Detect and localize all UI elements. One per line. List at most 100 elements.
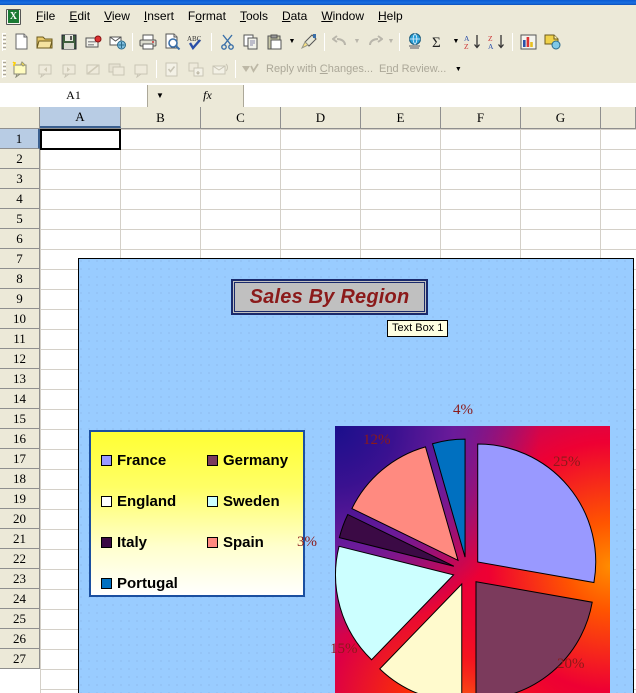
row-header-1[interactable]: 1	[0, 129, 40, 149]
menu-item-edit[interactable]: Edit	[62, 6, 97, 27]
row-header-24[interactable]: 24	[0, 589, 40, 609]
pie-label-germany[interactable]: 20%	[557, 656, 585, 673]
reply-with-changes-icon[interactable]	[239, 58, 263, 81]
menu-item-insert[interactable]: Insert	[137, 6, 181, 27]
column-header-c[interactable]: C	[201, 107, 281, 128]
chart-legend[interactable]: France Germany England Sweden Italy Spain Port…	[89, 430, 305, 597]
new-icon[interactable]	[9, 30, 33, 53]
redo-dropdown-arrow[interactable]: ▼	[386, 30, 396, 53]
undo-icon[interactable]	[328, 30, 352, 53]
cut-icon[interactable]	[215, 30, 239, 53]
row-header-22[interactable]: 22	[0, 549, 40, 569]
row-header-7[interactable]: 7	[0, 249, 40, 269]
menu-item-tools[interactable]: Tools	[233, 6, 275, 27]
paste-icon[interactable]	[263, 30, 287, 53]
autosum-dropdown-arrow[interactable]: ▼	[451, 30, 461, 53]
pie-label-italy[interactable]: 3%	[297, 534, 317, 551]
legend-item-portugal[interactable]: Portugal	[101, 563, 207, 604]
row-header-21[interactable]: 21	[0, 529, 40, 549]
open-icon[interactable]	[33, 30, 57, 53]
row-header-12[interactable]: 12	[0, 349, 40, 369]
row-header-16[interactable]: 16	[0, 429, 40, 449]
end-review-button[interactable]: End Review...	[376, 63, 449, 75]
email-icon[interactable]	[105, 30, 129, 53]
pie-label-france[interactable]: 25%	[553, 454, 581, 471]
show-all-comments-icon[interactable]	[105, 58, 129, 81]
chart-title-textbox[interactable]: Sales By Region	[231, 279, 428, 315]
toolbar-gripper[interactable]	[2, 32, 6, 51]
row-header-14[interactable]: 14	[0, 389, 40, 409]
name-box[interactable]: A1	[0, 84, 148, 107]
row-header-3[interactable]: 3	[0, 169, 40, 189]
pie-label-spain[interactable]: 12%	[363, 432, 391, 449]
column-header-a[interactable]: A	[40, 107, 121, 128]
track-changes-icon[interactable]	[160, 58, 184, 81]
insert-function-icon[interactable]: fx	[172, 84, 244, 107]
row-header-11[interactable]: 11	[0, 329, 40, 349]
row-header-17[interactable]: 17	[0, 449, 40, 469]
legend-item-france[interactable]: France	[101, 440, 207, 481]
update-file-icon[interactable]	[184, 58, 208, 81]
menu-item-file[interactable]: File	[29, 6, 62, 27]
row-header-19[interactable]: 19	[0, 489, 40, 509]
menu-item-window[interactable]: Window	[314, 6, 371, 27]
hide-comment-icon[interactable]	[129, 58, 153, 81]
column-header-h[interactable]	[601, 107, 636, 128]
menu-item-format[interactable]: Format	[181, 6, 233, 27]
name-box-dropdown-arrow[interactable]: ▼	[148, 84, 172, 107]
row-header-25[interactable]: 25	[0, 609, 40, 629]
row-header-23[interactable]: 23	[0, 569, 40, 589]
sort-ascending-icon[interactable]: AZ	[461, 30, 485, 53]
new-comment-icon[interactable]	[9, 58, 33, 81]
formula-input[interactable]	[244, 84, 636, 107]
spelling-icon[interactable]: ABC	[184, 30, 208, 53]
legend-item-italy[interactable]: Italy	[101, 522, 207, 563]
drawing-icon[interactable]	[540, 30, 564, 53]
menu-item-data[interactable]: Data	[275, 6, 314, 27]
row-header-6[interactable]: 6	[0, 229, 40, 249]
pie-label-portugal[interactable]: 4%	[453, 402, 473, 419]
row-header-15[interactable]: 15	[0, 409, 40, 429]
legend-item-germany[interactable]: Germany	[207, 440, 317, 481]
row-header-10[interactable]: 10	[0, 309, 40, 329]
row-header-8[interactable]: 8	[0, 269, 40, 289]
mail-recipient-icon[interactable]	[208, 58, 232, 81]
previous-comment-icon[interactable]	[33, 58, 57, 81]
print-preview-icon[interactable]	[160, 30, 184, 53]
paste-dropdown-arrow[interactable]: ▼	[287, 30, 297, 53]
reply-with-changes-button[interactable]: Reply with Changes...	[263, 63, 376, 75]
row-header-4[interactable]: 4	[0, 189, 40, 209]
reviewing-toolbar-overflow[interactable]: ▼	[453, 58, 463, 81]
autosum-icon[interactable]: Σ	[427, 30, 451, 53]
copy-icon[interactable]	[239, 30, 263, 53]
row-header-13[interactable]: 13	[0, 369, 40, 389]
column-header-b[interactable]: B	[121, 107, 201, 128]
row-header-5[interactable]: 5	[0, 209, 40, 229]
column-header-d[interactable]: D	[281, 107, 361, 128]
chart-wizard-icon[interactable]	[516, 30, 540, 53]
permission-icon[interactable]	[81, 30, 105, 53]
redo-icon[interactable]	[362, 30, 386, 53]
row-header-20[interactable]: 20	[0, 509, 40, 529]
hyperlink-icon[interactable]	[403, 30, 427, 53]
undo-dropdown-arrow[interactable]: ▼	[352, 30, 362, 53]
row-header-27[interactable]: 27	[0, 649, 40, 669]
select-all-button[interactable]	[0, 107, 40, 128]
next-comment-icon[interactable]	[57, 58, 81, 81]
pie-slice-germany[interactable]	[475, 581, 593, 693]
sort-descending-icon[interactable]: ZA	[485, 30, 509, 53]
menu-item-view[interactable]: View	[97, 6, 137, 27]
print-icon[interactable]	[136, 30, 160, 53]
column-header-g[interactable]: G	[521, 107, 601, 128]
row-header-9[interactable]: 9	[0, 289, 40, 309]
legend-item-sweden[interactable]: Sweden	[207, 481, 317, 522]
reviewing-toolbar-gripper[interactable]	[2, 60, 6, 78]
row-header-2[interactable]: 2	[0, 149, 40, 169]
legend-item-england[interactable]: England	[101, 481, 207, 522]
delete-comment-icon[interactable]	[81, 58, 105, 81]
menu-item-help[interactable]: Help	[371, 6, 410, 27]
format-painter-icon[interactable]	[297, 30, 321, 53]
column-header-f[interactable]: F	[441, 107, 521, 128]
column-header-e[interactable]: E	[361, 107, 441, 128]
row-header-26[interactable]: 26	[0, 629, 40, 649]
